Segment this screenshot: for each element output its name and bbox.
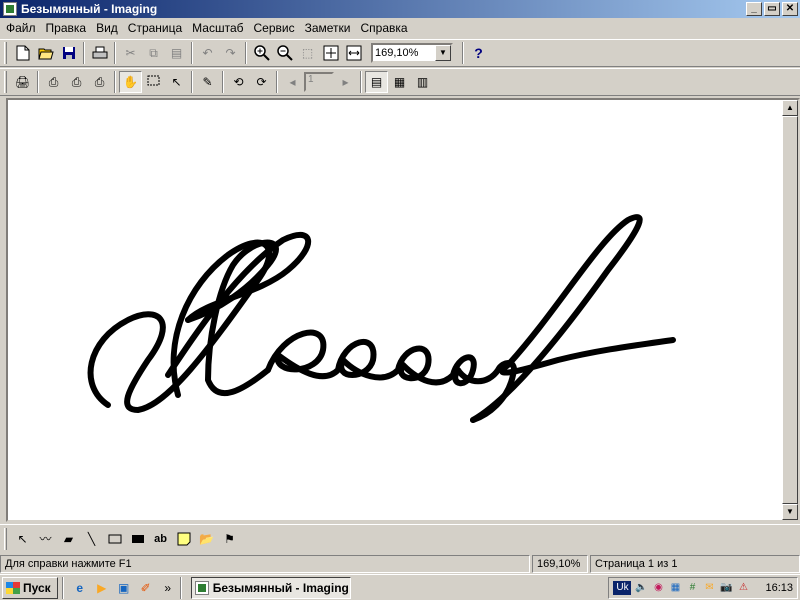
- prev-page-icon[interactable]: ◂: [281, 71, 304, 93]
- menu-help[interactable]: Справка: [357, 21, 414, 35]
- scroll-down-icon[interactable]: ▼: [782, 504, 798, 520]
- one-page-view-icon[interactable]: ▤: [365, 71, 388, 93]
- text-icon[interactable]: ab: [149, 528, 172, 550]
- window-title: Безымянный - Imaging: [21, 2, 158, 16]
- alert-icon[interactable]: ⚠: [736, 581, 750, 595]
- menu-file[interactable]: Файл: [2, 21, 42, 35]
- menu-view[interactable]: Вид: [92, 21, 124, 35]
- toolbar-grip[interactable]: [4, 42, 7, 64]
- vertical-scrollbar[interactable]: ▲ ▼: [782, 100, 798, 520]
- image-canvas[interactable]: ▲ ▼: [6, 98, 800, 522]
- camera-icon[interactable]: 📷: [719, 581, 733, 595]
- thumbnail-view-icon[interactable]: ▦: [388, 71, 411, 93]
- mail-icon[interactable]: ✉: [702, 581, 716, 595]
- annotation-toolbar: ↖ 〰 ▰ ╲ ab 📂 ⚑: [0, 524, 800, 552]
- paste-icon[interactable]: ▤: [165, 42, 188, 64]
- annotation-toolbar-icon[interactable]: ✎: [196, 71, 219, 93]
- start-button[interactable]: Пуск: [2, 576, 58, 599]
- app-icon[interactable]: [3, 2, 17, 16]
- hand-drag-icon[interactable]: ✋: [119, 71, 142, 93]
- zoom-combobox[interactable]: 169,10% ▼: [371, 43, 453, 63]
- filled-rectangle-icon[interactable]: [126, 528, 149, 550]
- annotation-pointer-icon[interactable]: ↖: [11, 528, 34, 550]
- scan-append-icon[interactable]: ⎙: [88, 71, 111, 93]
- scroll-up-icon[interactable]: ▲: [782, 100, 798, 116]
- chevron-down-icon[interactable]: ▼: [435, 45, 451, 61]
- imaging-toolbar: 🖨 ⎙ ⎙ ⎙ ✋ ↖ ✎ ⟲ ⟳ ◂ 1 ▸ ▤ ▦ ▥: [0, 68, 800, 96]
- zoom-in-icon[interactable]: [250, 42, 273, 64]
- clock[interactable]: 16:13: [765, 582, 793, 594]
- menu-zoom[interactable]: Масштаб: [188, 21, 249, 35]
- network-icon[interactable]: ▦: [668, 581, 682, 595]
- fit-width-icon[interactable]: [342, 42, 365, 64]
- page-thumbnail-view-icon[interactable]: ▥: [411, 71, 434, 93]
- system-tray: Uk 🔈 ◉ ▦ # ✉ 📷 ⚠ 16:13: [608, 576, 798, 599]
- internet-explorer-icon[interactable]: e: [71, 579, 89, 597]
- toolbar-grip[interactable]: [4, 71, 7, 93]
- language-indicator[interactable]: Uk: [613, 580, 632, 595]
- save-icon[interactable]: [57, 42, 80, 64]
- zoom-to-selection-icon[interactable]: ⬚: [296, 42, 319, 64]
- standard-toolbar: ✂ ⧉ ▤ ↶ ↷ ⬚ 169,10% ▼ ?: [0, 39, 800, 67]
- page-number-field[interactable]: 1: [304, 72, 334, 92]
- signature-image: [87, 214, 676, 423]
- menu-edit[interactable]: Правка: [42, 21, 93, 35]
- select-rect-icon[interactable]: [142, 71, 165, 93]
- copy-icon[interactable]: ⧉: [142, 42, 165, 64]
- menu-tools[interactable]: Сервис: [250, 21, 301, 35]
- scroll-thumb[interactable]: [782, 116, 798, 504]
- antivirus-icon[interactable]: ◉: [651, 581, 665, 595]
- media-player-icon[interactable]: ▶: [93, 579, 111, 597]
- outlook-icon[interactable]: ▣: [115, 579, 133, 597]
- pointer-icon[interactable]: ↖: [165, 71, 188, 93]
- volume-icon[interactable]: 🔈: [634, 581, 648, 595]
- taskbar: Пуск e ▶ ▣ ✐ » Безымянный - Imaging Uk 🔈…: [0, 574, 800, 600]
- taskbar-window-label: Безымянный - Imaging: [212, 580, 349, 595]
- quicklaunch-tool-icon[interactable]: ✐: [137, 579, 155, 597]
- minimize-button[interactable]: _: [746, 2, 762, 16]
- quicklaunch-chevron[interactable]: »: [159, 579, 177, 597]
- new-doc-icon[interactable]: [11, 42, 34, 64]
- rubber-stamp-icon[interactable]: ⚑: [218, 528, 241, 550]
- help-button[interactable]: ?: [467, 42, 490, 64]
- rotate-left-icon[interactable]: ⟲: [227, 71, 250, 93]
- print-icon[interactable]: [88, 42, 111, 64]
- straight-line-icon[interactable]: ╲: [80, 528, 103, 550]
- text-from-file-icon[interactable]: 📂: [195, 528, 218, 550]
- scan-icon[interactable]: 🖨: [11, 71, 34, 93]
- status-page: Страница 1 из 1: [590, 555, 800, 573]
- app-icon: [194, 580, 209, 595]
- highlighter-icon[interactable]: ▰: [57, 528, 80, 550]
- open-icon[interactable]: [34, 42, 57, 64]
- toolbar-grip[interactable]: [4, 527, 7, 550]
- scan-new-icon[interactable]: ⎙: [42, 71, 65, 93]
- hollow-rectangle-icon[interactable]: [103, 528, 126, 550]
- redo-icon[interactable]: ↷: [219, 42, 242, 64]
- menu-bar: Файл Правка Вид Страница Масштаб Сервис …: [0, 18, 800, 38]
- zoom-out-icon[interactable]: [273, 42, 296, 64]
- freehand-line-icon[interactable]: 〰: [34, 528, 57, 550]
- scan-insert-icon[interactable]: ⎙: [65, 71, 88, 93]
- windows-logo-icon: [6, 581, 20, 594]
- start-label: Пуск: [23, 580, 51, 595]
- rotate-right-icon[interactable]: ⟳: [250, 71, 273, 93]
- status-bar: Для справки нажмите F1 169,10% Страница …: [0, 554, 800, 574]
- menu-page[interactable]: Страница: [124, 21, 188, 35]
- best-fit-icon[interactable]: [319, 42, 342, 64]
- note-icon[interactable]: [172, 528, 195, 550]
- menu-annotations[interactable]: Заметки: [301, 21, 357, 35]
- taskbar-window-button[interactable]: Безымянный - Imaging: [190, 576, 351, 599]
- tray-app-icon[interactable]: #: [685, 581, 699, 595]
- close-button[interactable]: ✕: [782, 2, 798, 16]
- next-page-icon[interactable]: ▸: [334, 71, 357, 93]
- zoom-value: 169,10%: [375, 47, 419, 59]
- cut-icon[interactable]: ✂: [119, 42, 142, 64]
- undo-icon[interactable]: ↶: [196, 42, 219, 64]
- status-zoom: 169,10%: [532, 555, 588, 573]
- status-help-text: Для справки нажмите F1: [0, 555, 530, 573]
- title-bar: Безымянный - Imaging _ ▭ ✕: [0, 0, 800, 18]
- restore-button[interactable]: ▭: [764, 2, 780, 16]
